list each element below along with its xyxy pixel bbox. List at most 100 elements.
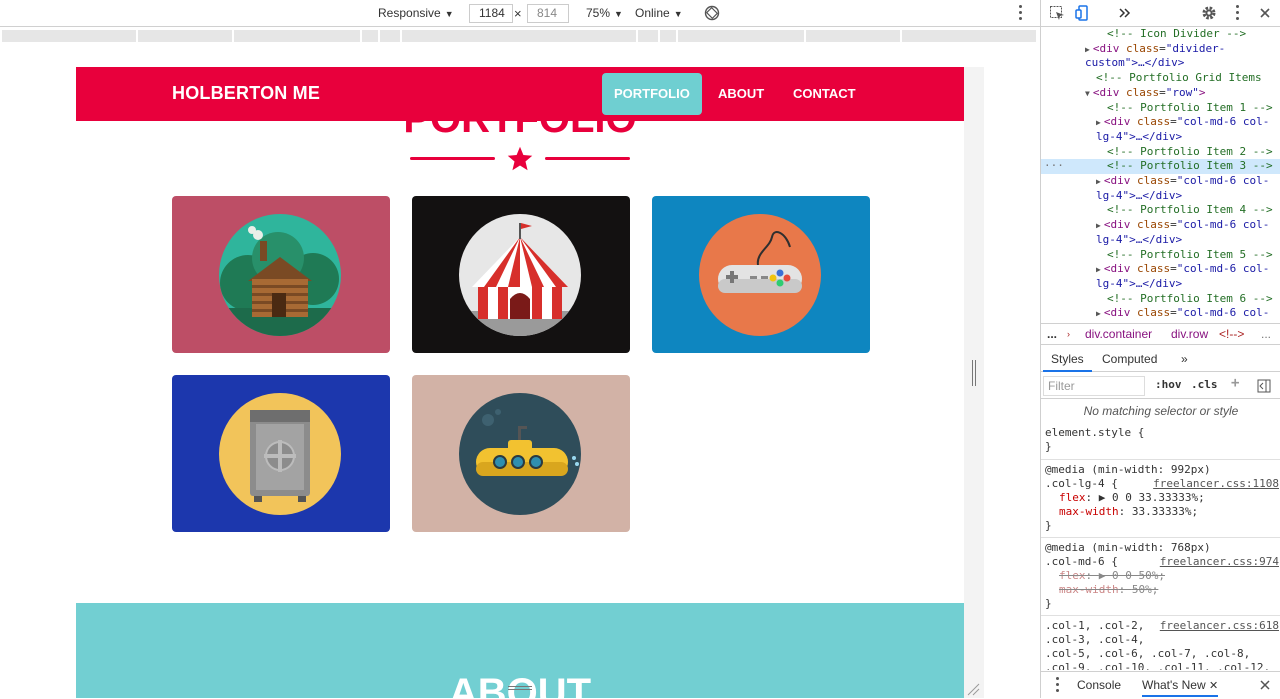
network-throttle-select[interactable]: Online ▼ [635,0,683,27]
expand-triangle-icon[interactable]: ▶ [1096,118,1101,127]
col-lg-4-rule[interactable]: @media (min-width: 992px) .col-lg-4 { fr… [1041,462,1280,538]
devtools-menu-icon[interactable] [1235,5,1239,21]
source-link[interactable]: freelancer.css:1108 [1153,477,1279,491]
dom-comment-node[interactable]: <!-- Portfolio Item 5 --> [1041,248,1280,263]
col-grid-rule[interactable]: .col-1, .col-2, freelancer.css:618 .col-… [1041,618,1280,670]
more-tabs-icon[interactable] [1117,5,1133,21]
gear-icon[interactable] [1201,5,1217,21]
ruler-segment[interactable] [638,30,658,42]
site-brand[interactable]: HOLBERTON ME [172,83,320,104]
hover-state-button[interactable]: :hov [1155,378,1182,391]
devtools-drawer-tabs: Console What's New ✕ [1041,671,1280,698]
dom-element-node[interactable]: ▶ <div class="col-md-6 col- [1041,262,1280,277]
col-md-6-rule[interactable]: @media (min-width: 768px) .col-md-6 { fr… [1041,540,1280,616]
portfolio-item-3[interactable] [652,196,870,353]
width-input[interactable]: 1184 [469,4,513,23]
expand-triangle-icon[interactable]: ▶ [1096,309,1101,318]
dom-element-node[interactable]: ▶ <div class="col-md-6 col- [1041,306,1280,321]
dom-element-node[interactable]: ▶ <div class="divider- [1041,42,1280,57]
expand-triangle-icon[interactable]: ▶ [1096,221,1101,230]
expand-triangle-icon[interactable]: ▶ [1096,177,1101,186]
zoom-select[interactable]: 75% ▼ [586,0,623,27]
elements-dom-tree[interactable]: <!-- Icon Divider --> ▶ <div class="divide… [1041,27,1280,323]
tab-styles[interactable]: Styles [1043,346,1092,372]
close-tab-icon[interactable]: ✕ [1209,680,1218,692]
dom-comment-node[interactable]: <!-- Portfolio Item 1 --> [1041,101,1280,116]
nav-portfolio[interactable]: PORTFOLIO [602,73,702,115]
drawer-tab-console[interactable]: Console [1077,672,1121,698]
expand-triangle-icon[interactable]: ▶ [1096,265,1101,274]
property-name: max-width [1059,583,1119,596]
dom-element-node[interactable]: ▶ <div class="col-md-6 col- [1041,174,1280,189]
element-style-rule[interactable]: element.style { } [1041,426,1280,460]
dom-attribute-value: "row" [1165,85,1199,99]
dom-element-node[interactable]: lg-4">…</div> [1041,130,1280,145]
class-toggle-button[interactable]: .cls [1191,378,1218,391]
nav-contact[interactable]: CONTACT [781,73,868,115]
toggle-sidebar-icon[interactable] [1257,379,1271,393]
breadcrumb-more[interactable]: ... [1261,324,1271,344]
viewport-resize-handle-bottom[interactable] [508,686,532,692]
dom-element-node[interactable]: lg-4">…</div> [1041,277,1280,292]
portfolio-item-4[interactable] [172,375,390,532]
style-property-overridden[interactable]: max-width: 50%; [1045,583,1277,597]
dom-comment-node[interactable]: <!-- Portfolio Item 2 --> [1041,145,1280,160]
height-input[interactable]: 814 [527,4,569,23]
inspect-element-icon[interactable] [1049,5,1065,21]
ruler-segment[interactable] [402,30,636,42]
device-toolbar-icon[interactable] [1075,5,1091,21]
dom-comment-node[interactable]: <!-- Icon Divider --> [1041,27,1280,42]
styles-filter-input[interactable]: Filter [1043,376,1145,396]
ruler-segment[interactable] [902,30,1036,42]
dom-attribute-name: class [1136,115,1171,129]
dom-element-node[interactable]: custom">…</div> [1041,56,1280,71]
expand-triangle-icon[interactable]: ▶ [1085,45,1090,54]
dom-comment-node[interactable]: <!-- Portfolio Item 6 --> [1041,292,1280,307]
ruler-segment[interactable] [678,30,804,42]
dom-comment-node[interactable]: <!-- Portfolio Grid Items [1041,71,1280,86]
breadcrumb-item-comment[interactable]: <!--> [1219,324,1244,344]
new-rule-button[interactable]: + [1231,375,1239,391]
dom-element-node[interactable]: lg-4">…</div> [1041,233,1280,248]
resize-corner-icon[interactable] [966,682,980,696]
tab-computed[interactable]: Computed [1094,346,1165,372]
close-drawer-icon[interactable] [1259,679,1271,691]
viewport-resize-handle-right[interactable] [972,360,978,386]
dom-element-node[interactable]: ▶ <div class="col-md-6 col- [1041,115,1280,130]
portfolio-item-2[interactable] [412,196,630,353]
dom-comment-node[interactable]: <!-- Portfolio Item 4 --> [1041,203,1280,218]
node-actions-dots[interactable]: ... [1044,159,1064,171]
more-options-icon[interactable] [1018,5,1022,21]
portfolio-item-5[interactable] [412,375,630,532]
source-link[interactable]: freelancer.css:974 [1160,555,1279,569]
style-property[interactable]: flex: ▶ 0 0 33.33333%; [1045,491,1277,505]
ruler-segment[interactable] [806,30,900,42]
nav-about[interactable]: ABOUT [706,73,776,115]
source-link[interactable]: freelancer.css:618 [1160,619,1279,633]
dom-element-node[interactable]: ▼ <div class="row"> [1041,86,1280,101]
divider-line-right [545,157,630,160]
ruler-segment[interactable] [138,30,232,42]
rotate-icon[interactable] [704,5,720,21]
ruler-segment[interactable] [2,30,136,42]
dom-element-node[interactable]: ▶ <div class="col-md-6 col- [1041,218,1280,233]
ruler-segment[interactable] [234,30,360,42]
ruler-segment[interactable] [362,30,378,42]
expand-triangle-icon[interactable]: ▼ [1085,89,1090,98]
ruler-segment[interactable] [380,30,400,42]
dom-comment-node[interactable]: <!-- Portfolio Item 3 -->... [1041,159,1280,175]
style-property-overridden[interactable]: flex: ▶ 0 0 50%; [1045,569,1277,583]
style-property[interactable]: max-width: 33.33333%; [1045,505,1277,519]
portfolio-item-1[interactable] [172,196,390,353]
breadcrumb-overflow[interactable]: ... [1047,324,1057,344]
close-icon[interactable] [1257,5,1273,21]
drawer-menu-icon[interactable] [1055,677,1059,693]
breadcrumb-item-container[interactable]: div.container [1085,324,1152,344]
drawer-tab-whats-new[interactable]: What's New ✕ [1142,672,1219,697]
ruler-segment[interactable] [660,30,676,42]
divider-line-left [410,157,495,160]
dom-element-node[interactable]: lg-4">…</div> [1041,189,1280,204]
breadcrumb-item-row[interactable]: div.row [1171,324,1208,344]
device-select[interactable]: Responsive ▼ [378,0,454,27]
more-tabs-chevron-icon[interactable]: » [1173,346,1196,372]
